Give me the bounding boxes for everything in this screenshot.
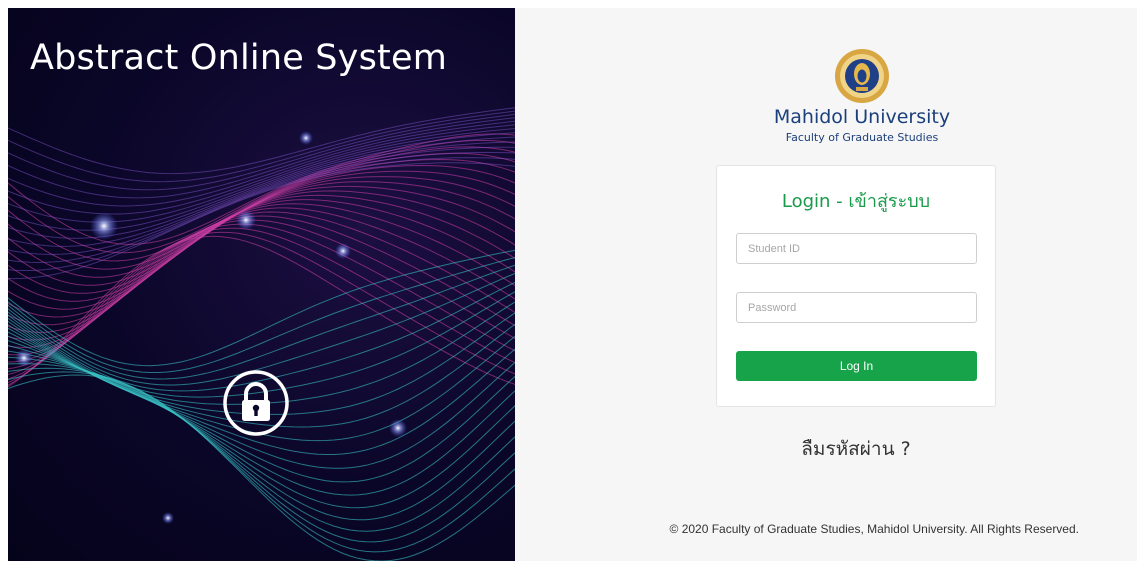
login-panel: Mahidol University Faculty of Graduate S… [515,8,1137,561]
password-input[interactable] [736,292,977,323]
faculty-name: Faculty of Graduate Studies [785,131,939,144]
university-name: Mahidol University [773,106,951,128]
lock-icon [223,370,289,436]
university-crest-icon [835,49,889,103]
login-title: Login - เข้าสู่ระบบ [781,191,931,212]
app-title: Abstract Online System [30,38,447,78]
forgot-password-link[interactable]: ลืมรหัสผ่าน ? [716,434,996,464]
login-form: Login - เข้าสู่ระบบ Log In [716,165,996,407]
login-button[interactable]: Log In [736,351,977,381]
hero-panel: Abstract Online System [8,8,515,561]
page-frame: Abstract Online System Mahidol Universit… [8,8,1137,561]
hero-wave-background [8,107,515,561]
copyright-footer: © 2020 Faculty of Graduate Studies, Mahi… [669,522,1079,536]
student-id-input[interactable] [736,233,977,264]
